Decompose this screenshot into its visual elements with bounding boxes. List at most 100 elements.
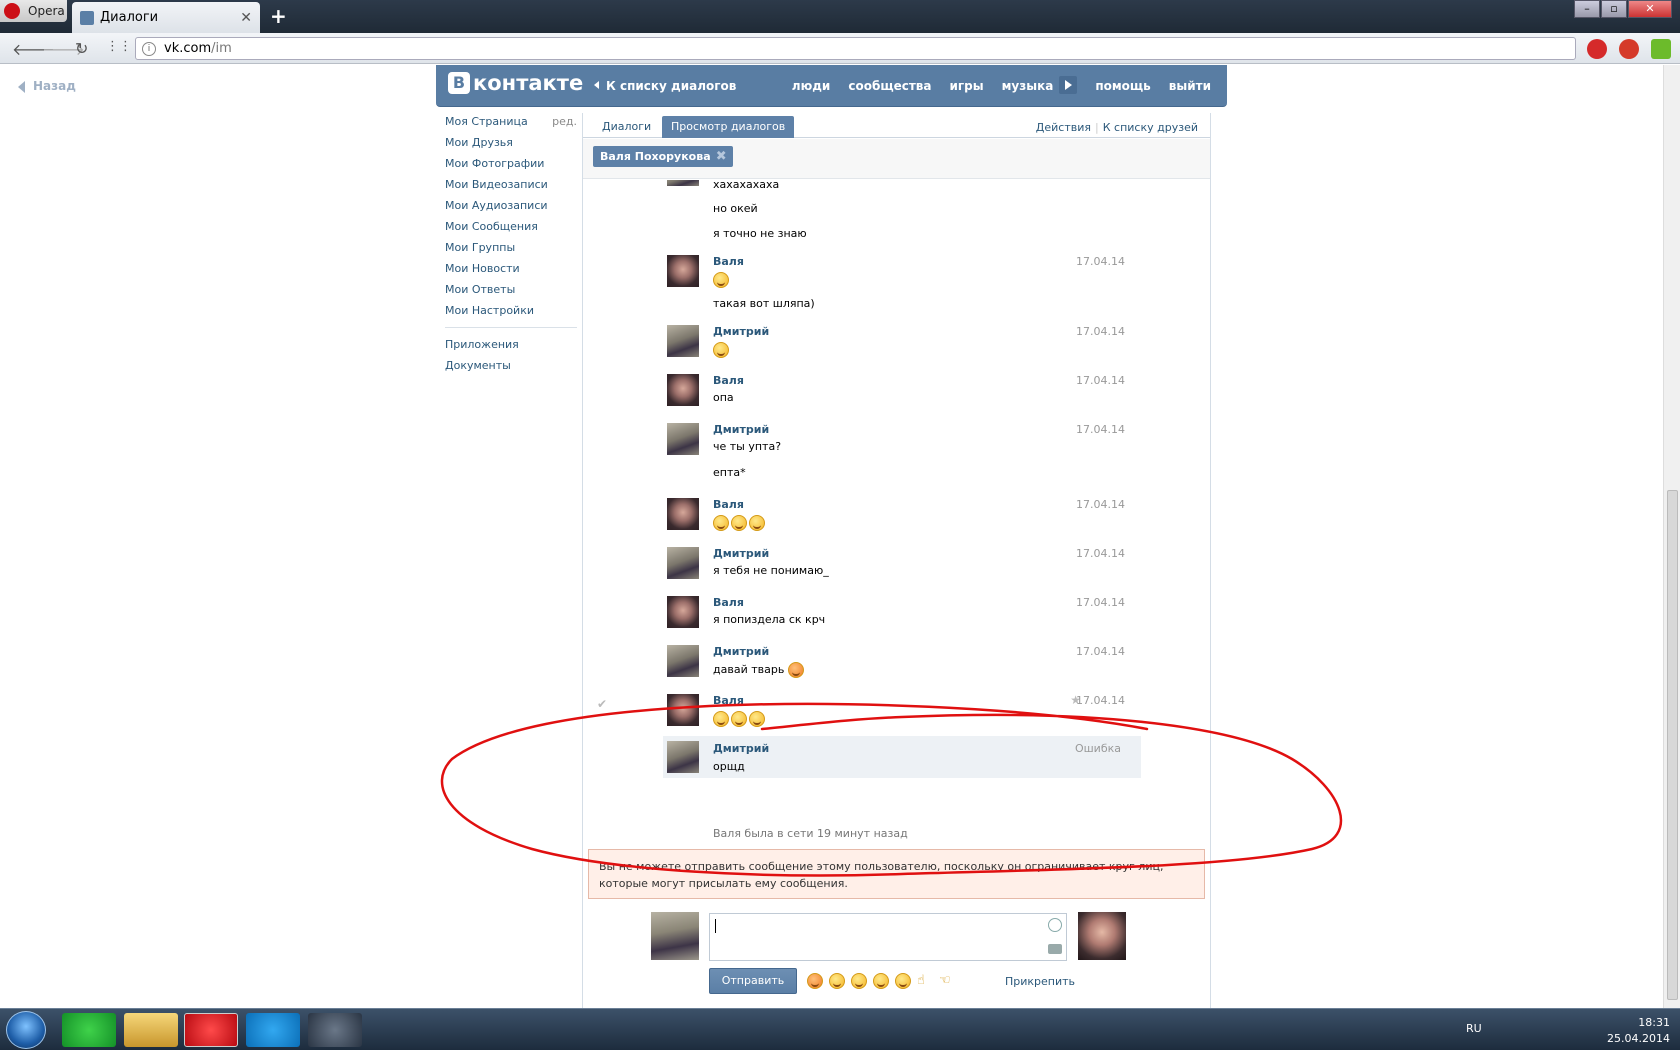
top-menu-communities[interactable]: сообщества (848, 79, 931, 94)
attach-link[interactable]: Прикрепить (1005, 975, 1075, 988)
menu-my-videos[interactable]: Мои Видеозаписи (445, 178, 577, 199)
start-button-icon[interactable] (6, 1011, 46, 1049)
clock-date[interactable]: 25.04.2014 (1607, 1031, 1670, 1047)
menu-my-audio[interactable]: Мои Аудиозаписи (445, 199, 577, 220)
language-indicator[interactable]: RU (1466, 1022, 1482, 1035)
menu-my-groups[interactable]: Мои Группы (445, 241, 577, 262)
address-bar[interactable]: i vk.com/im (135, 37, 1576, 60)
close-window-button[interactable]: ✕ (1628, 0, 1672, 18)
top-menu-music[interactable]: музыка (1002, 79, 1054, 94)
play-icon[interactable] (1059, 76, 1078, 94)
kiss-emoji-icon[interactable] (895, 973, 911, 989)
vk-logo[interactable]: В контакте (448, 71, 583, 95)
sender-name[interactable]: Валя (713, 596, 744, 609)
top-menu-logout[interactable]: выйти (1169, 79, 1211, 94)
mail-agent-icon[interactable] (62, 1013, 116, 1047)
menu-my-answers[interactable]: Мои Ответы (445, 283, 577, 304)
speed-dial-icon[interactable]: ⋮⋮ (106, 39, 132, 54)
message-date[interactable]: 17.04.14 (1076, 255, 1125, 268)
actions-link[interactable]: Действия (1036, 121, 1091, 134)
adblock-plus-icon[interactable] (1619, 39, 1639, 59)
sender-name[interactable]: Валя (713, 498, 744, 511)
pointing-up-icon[interactable]: ☝ (917, 973, 933, 989)
smile-emoji-icon[interactable] (829, 973, 845, 989)
menu-my-messages[interactable]: Мои Сообщения (445, 220, 577, 241)
sender-name[interactable]: Дмитрий (713, 423, 769, 436)
emoji-picker-icon[interactable] (1048, 918, 1062, 932)
pointing-left-icon[interactable]: ☜ (939, 973, 955, 989)
avatar[interactable] (667, 180, 699, 186)
message-date[interactable]: 17.04.14 (1076, 498, 1125, 511)
browser-tab[interactable]: Диалоги ✕ (72, 2, 260, 33)
reload-icon[interactable]: ↻ (75, 39, 88, 58)
scrollbar-thumb[interactable] (1667, 490, 1678, 1000)
edit-profile-link[interactable]: ред. (552, 115, 577, 128)
menu-divider (445, 327, 577, 328)
message-date[interactable]: 17.04.14 (1076, 374, 1125, 387)
page-viewport: Назад В контакте К списку диалогов люди … (0, 65, 1663, 1008)
top-menu-help[interactable]: помощь (1095, 79, 1150, 94)
maximize-button[interactable]: ▫ (1601, 0, 1627, 18)
steam-icon[interactable] (308, 1013, 362, 1047)
sender-name[interactable]: Дмитрий (713, 547, 769, 560)
back-link[interactable]: Назад (18, 79, 76, 93)
avatar[interactable] (667, 498, 699, 530)
menu-my-photos[interactable]: Мои Фотографии (445, 157, 577, 178)
top-menu-games[interactable]: игры (950, 79, 984, 94)
my-avatar[interactable] (651, 912, 699, 960)
tab-dialogs[interactable]: Диалоги (593, 116, 660, 138)
download-arrow-icon[interactable] (1651, 39, 1671, 59)
angry-emoji-icon[interactable] (807, 973, 823, 989)
menu-my-settings[interactable]: Мои Настройки (445, 304, 577, 325)
minimize-button[interactable]: – (1574, 0, 1600, 18)
send-button[interactable]: Отправить (709, 968, 797, 994)
file-explorer-icon[interactable] (124, 1013, 178, 1047)
to-dialog-list-link[interactable]: К списку диалогов (594, 79, 736, 93)
message-date[interactable]: 17.04.14 (1076, 547, 1125, 560)
message-text: епта* (713, 466, 746, 479)
browser-titlebar: Opera Диалоги ✕ + – ▫ ✕ (0, 0, 1680, 33)
avatar[interactable] (667, 374, 699, 406)
avatar[interactable] (667, 255, 699, 287)
page-scrollbar[interactable] (1663, 65, 1680, 1008)
avatar[interactable] (667, 423, 699, 455)
browser-navbar: 🡐 🡒 ↻ ⋮⋮ i vk.com/im (0, 33, 1680, 64)
skype-icon[interactable] (246, 1013, 300, 1047)
peer-bar: Валя Похорукова ✖ (583, 139, 1210, 179)
site-info-icon[interactable]: i (142, 41, 156, 56)
message-date[interactable]: 17.04.14 (1076, 596, 1125, 609)
sender-name[interactable]: Валя (713, 374, 744, 387)
sender-name[interactable]: Дмитрий (713, 645, 769, 658)
menu-my-friends[interactable]: Мои Друзья (445, 136, 577, 157)
remove-peer-icon[interactable]: ✖ (716, 146, 727, 167)
blush-emoji-icon[interactable] (873, 973, 889, 989)
message-emoji (713, 342, 731, 358)
grin-emoji-icon[interactable] (851, 973, 867, 989)
menu-my-news[interactable]: Мои Новости (445, 262, 577, 283)
message-date[interactable]: 17.04.14 (1076, 423, 1125, 436)
new-tab-button[interactable]: + (270, 4, 287, 28)
top-menu-people[interactable]: люди (792, 79, 831, 94)
vk-logo-letter: В (448, 72, 470, 94)
message-input[interactable] (709, 913, 1067, 961)
peer-avatar[interactable] (1078, 912, 1126, 960)
to-friends-link[interactable]: К списку друзей (1103, 121, 1198, 134)
close-tab-icon[interactable]: ✕ (240, 10, 252, 26)
avatar[interactable] (667, 645, 699, 677)
opera-menu-button[interactable]: Opera (0, 0, 67, 22)
peer-chip[interactable]: Валя Похорукова ✖ (593, 146, 733, 167)
tab-view-dialogs[interactable]: Просмотр диалогов (662, 116, 795, 138)
clock-time[interactable]: 18:31 (1607, 1015, 1670, 1031)
sender-name[interactable]: Валя (713, 255, 744, 268)
message-date[interactable]: 17.04.14 (1076, 325, 1125, 338)
opera-taskbar-icon[interactable] (184, 1013, 238, 1047)
avatar[interactable] (667, 596, 699, 628)
camera-icon[interactable] (1048, 944, 1062, 954)
menu-documents[interactable]: Документы (445, 359, 577, 380)
sender-name[interactable]: Дмитрий (713, 325, 769, 338)
avatar[interactable] (667, 325, 699, 357)
menu-apps[interactable]: Приложения (445, 338, 577, 359)
adblock-stop-icon[interactable] (1587, 39, 1607, 59)
message-date[interactable]: 17.04.14 (1076, 645, 1125, 658)
avatar[interactable] (667, 547, 699, 579)
